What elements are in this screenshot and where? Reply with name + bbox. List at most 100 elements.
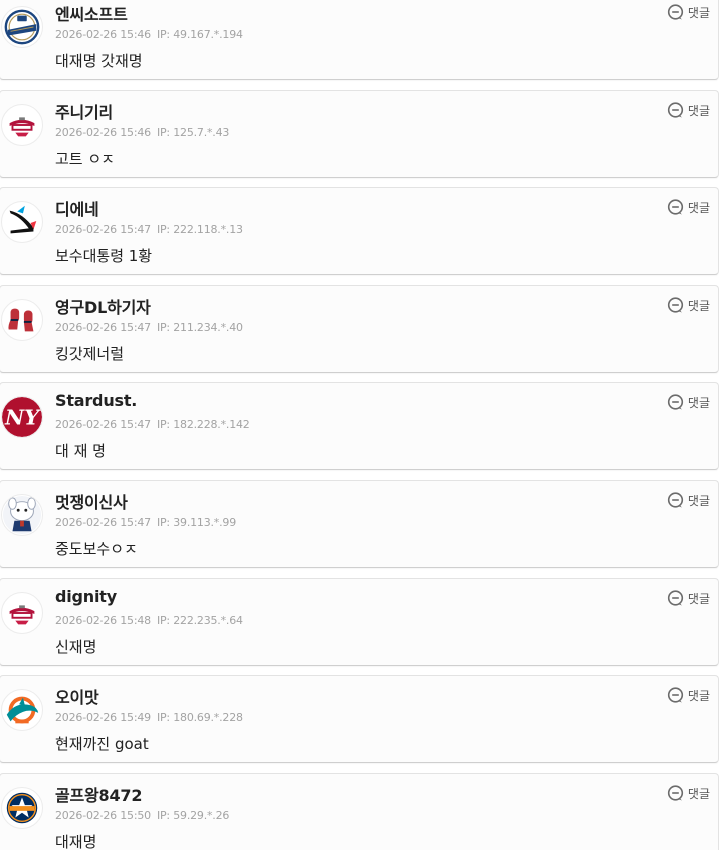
svg-text:NY: NY [4, 405, 41, 430]
reply-button[interactable]: 댓글 [667, 784, 710, 802]
nc-dinos-logo [2, 7, 42, 47]
reply-label: 댓글 [687, 103, 710, 118]
reply-button[interactable]: 댓글 [667, 101, 710, 119]
comment-ip: IP: 182.228.*.142 [156, 418, 250, 431]
comment-list: 엔씨소프트 2026-02-26 15:46 IP: 49.167.*.194 대재명… [0, 0, 719, 850]
comment-item: 멋쟁이신사 2026-02-26 15:47 IP: 39.113.*.99 중도보수… [0, 480, 719, 568]
reply-label: 댓글 [687, 493, 710, 508]
reply-button[interactable]: 댓글 [667, 296, 710, 314]
comment-item: dignity 2026-02-26 15:48 IP: 222.235.*.64 신… [0, 578, 719, 666]
comment-author[interactable]: 엔씨소프트 [55, 1, 128, 25]
comment-text: 킹갓제너럴 [55, 345, 125, 363]
comment-item: 골프왕8472 2026-02-26 15:50 IP: 59.29.*.26 대재명… [0, 773, 719, 850]
speech-bubble-icon [667, 393, 684, 411]
speech-bubble-icon [667, 3, 684, 21]
comment-ip: IP: 39.113.*.99 [156, 516, 236, 529]
houston-astros-logo [2, 788, 42, 828]
avatar[interactable] [1, 299, 43, 341]
avatar[interactable]: NY [1, 396, 43, 438]
comment-ip: IP: 59.29.*.26 [156, 809, 230, 822]
comment-datetime: 2026-02-26 15:46 [55, 126, 151, 139]
lg-twins-logo [2, 105, 42, 145]
comment-ip: IP: 222.235.*.64 [156, 614, 243, 627]
reply-label: 댓글 [687, 395, 710, 410]
speech-bubble-icon [667, 296, 684, 314]
reply-button[interactable]: 댓글 [667, 198, 710, 216]
avatar[interactable] [1, 689, 43, 731]
comment-item: 오이맛 2026-02-26 15:49 IP: 180.69.*.228 현재까진 … [0, 675, 719, 763]
comment-meta: 2026-02-26 15:46 IP: 125.7.*.43 [55, 126, 229, 139]
comment-author[interactable]: 영구DL하기자 [55, 294, 151, 318]
speech-bubble-icon [667, 686, 684, 704]
comment-author[interactable]: 디에네 [55, 196, 99, 220]
comment-meta: 2026-02-26 15:50 IP: 59.29.*.26 [55, 809, 229, 822]
comment-ip: IP: 180.69.*.228 [156, 711, 243, 724]
mascot-avatar [2, 495, 42, 535]
comment-ip: IP: 49.167.*.194 [156, 28, 243, 41]
reply-button[interactable]: 댓글 [667, 686, 710, 704]
speech-bubble-icon [667, 198, 684, 216]
comment-text: 신재명 [55, 638, 97, 656]
comment-meta: 2026-02-26 15:47 IP: 222.118.*.13 [55, 223, 243, 236]
comment-author[interactable]: Stardust. [55, 391, 137, 410]
comment-text: 고트 ㅇㅈ [55, 150, 115, 168]
comment-item: 주니기리 2026-02-26 15:46 IP: 125.7.*.43 고트 ㅇㅈ 댓… [0, 90, 719, 178]
comment-meta: 2026-02-26 15:47 IP: 182.228.*.142 [55, 418, 250, 431]
comment-item: 디에네 2026-02-26 15:47 IP: 222.118.*.13 보수대통령… [0, 187, 719, 275]
avatar[interactable] [1, 104, 43, 146]
reply-label: 댓글 [687, 786, 710, 801]
reply-button[interactable]: 댓글 [667, 3, 710, 21]
reply-label: 댓글 [687, 200, 710, 215]
miami-dolphins-logo [2, 690, 42, 730]
comment-author[interactable]: dignity [55, 587, 117, 606]
avatar[interactable] [1, 494, 43, 536]
comment-text: 중도보수ㅇㅈ [55, 540, 138, 558]
speech-bubble-icon [667, 491, 684, 509]
comment-text: 보수대통령 1황 [55, 247, 153, 265]
comment-author[interactable]: 멋쟁이신사 [55, 489, 128, 513]
speech-bubble-icon [667, 784, 684, 802]
avatar[interactable] [1, 6, 43, 48]
comment-text: 현재까진 goat [55, 735, 149, 753]
reply-button[interactable]: 댓글 [667, 393, 710, 411]
comment-ip: IP: 211.234.*.40 [156, 321, 243, 334]
comment-item: NY Stardust. 2026-02-26 15:47 IP: 182.228.*… [0, 382, 719, 470]
comment-item: 영구DL하기자 2026-02-26 15:47 IP: 211.234.*.40 킹… [0, 285, 719, 373]
reply-label: 댓글 [687, 298, 710, 313]
reply-label: 댓글 [687, 5, 710, 20]
miami-marlins-logo [2, 202, 42, 242]
avatar[interactable] [1, 787, 43, 829]
comment-text: 대재명 [55, 833, 97, 850]
comment-ip: IP: 222.118.*.13 [156, 223, 243, 236]
speech-bubble-icon [667, 589, 684, 607]
comment-ip: IP: 125.7.*.43 [156, 126, 230, 139]
speech-bubble-icon [667, 101, 684, 119]
reply-button[interactable]: 댓글 [667, 589, 710, 607]
comment-author[interactable]: 주니기리 [55, 99, 113, 123]
comment-meta: 2026-02-26 15:49 IP: 180.69.*.228 [55, 711, 243, 724]
comment-datetime: 2026-02-26 15:48 [55, 614, 151, 627]
reply-label: 댓글 [687, 591, 710, 606]
reply-label: 댓글 [687, 688, 710, 703]
comment-datetime: 2026-02-26 15:47 [55, 223, 151, 236]
comment-meta: 2026-02-26 15:47 IP: 39.113.*.99 [55, 516, 236, 529]
yankees-logo: NY [2, 397, 42, 437]
red-sox-logo [2, 300, 42, 340]
comment-datetime: 2026-02-26 15:49 [55, 711, 151, 724]
comment-author[interactable]: 오이맛 [55, 684, 99, 708]
avatar[interactable] [1, 592, 43, 634]
comment-author[interactable]: 골프왕8472 [55, 782, 142, 806]
lg-twins-logo [2, 593, 42, 633]
comment-text: 대재명 갓재명 [55, 52, 143, 70]
comment-item: 엔씨소프트 2026-02-26 15:46 IP: 49.167.*.194 대재명… [0, 0, 719, 80]
comment-meta: 2026-02-26 15:46 IP: 49.167.*.194 [55, 28, 243, 41]
comment-meta: 2026-02-26 15:48 IP: 222.235.*.64 [55, 614, 243, 627]
reply-button[interactable]: 댓글 [667, 491, 710, 509]
avatar[interactable] [1, 201, 43, 243]
comment-datetime: 2026-02-26 15:47 [55, 516, 151, 529]
comment-datetime: 2026-02-26 15:50 [55, 809, 151, 822]
comment-datetime: 2026-02-26 15:47 [55, 418, 151, 431]
comment-datetime: 2026-02-26 15:47 [55, 321, 151, 334]
comment-datetime: 2026-02-26 15:46 [55, 28, 151, 41]
comment-meta: 2026-02-26 15:47 IP: 211.234.*.40 [55, 321, 243, 334]
